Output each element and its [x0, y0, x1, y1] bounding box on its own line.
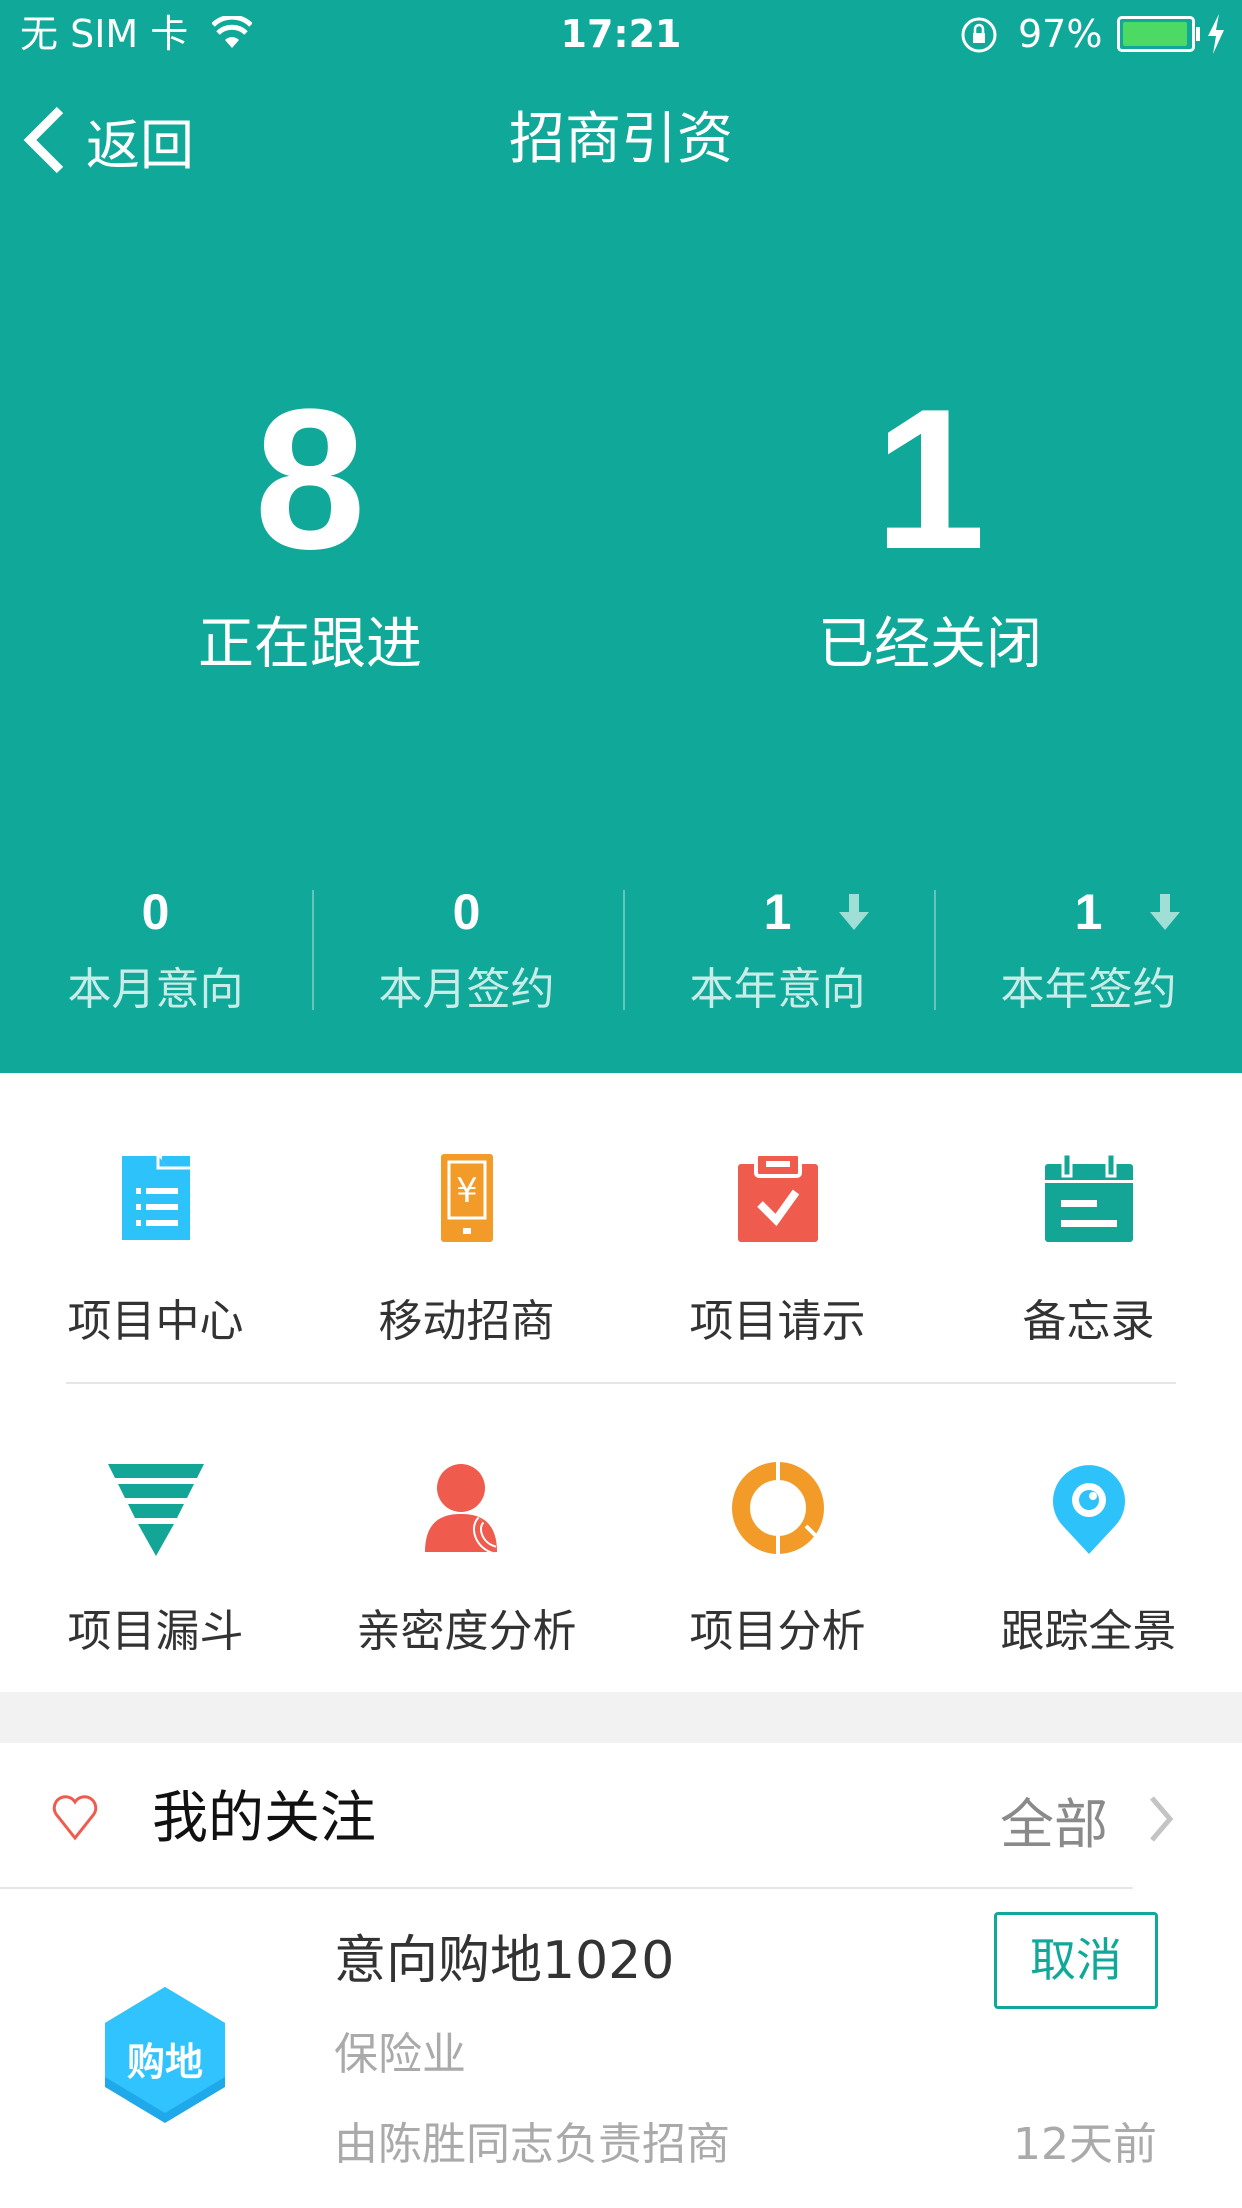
stat-value: 0 [452, 884, 481, 940]
heart-icon [52, 1795, 98, 1841]
stat-label: 本年签约 [1000, 964, 1177, 1015]
menu-intimacy-analysis[interactable]: 亲密度分析 [311, 1460, 622, 1662]
favorites-title: 我的关注 [152, 1786, 376, 1851]
item-title: 意向购地1020 [334, 1931, 675, 1991]
stat-label: 本月签约 [378, 964, 555, 1015]
folder-list-icon [121, 1156, 190, 1240]
donut-chart-icon [731, 1462, 824, 1554]
page-title: 招商引资 [509, 107, 733, 172]
stat-value: 1 [1074, 884, 1103, 940]
item-industry: 保险业 [334, 2029, 466, 2080]
calendar-icon [1044, 1152, 1133, 1242]
item-badge: 购地 [126, 2040, 203, 2084]
menu-label: 移动招商 [378, 1296, 555, 1347]
battery-percent: 97% [1018, 12, 1103, 56]
view-all-button[interactable]: 全部 [1000, 1786, 1176, 1856]
menu-label: 跟踪全景 [1000, 1606, 1177, 1657]
menu-project-request[interactable]: 项目请示 [622, 1150, 933, 1352]
stat-year-signed[interactable]: 1 本年签约 [933, 880, 1242, 1020]
location-eye-icon [1052, 1465, 1125, 1554]
menu-label: 亲密度分析 [356, 1606, 577, 1657]
menu-label: 项目漏斗 [67, 1606, 244, 1657]
clipboard-check-icon [737, 1152, 818, 1242]
menu-memo[interactable]: 备忘录 [933, 1150, 1242, 1352]
rotation-lock-icon [961, 17, 997, 53]
menu-project-center[interactable]: 项目中心 [0, 1150, 311, 1352]
stat-month-intent[interactable]: 0 本月意向 [0, 880, 311, 1020]
battery-icon [1117, 16, 1195, 52]
stat-year-intent[interactable]: 1 本年意向 [622, 880, 933, 1020]
stat-value: 0 [141, 884, 170, 940]
stat-label: 本年意向 [689, 964, 866, 1015]
mobile-yen-icon: ¥ [440, 1154, 493, 1242]
menu-label: 项目分析 [689, 1606, 866, 1657]
item-owner: 由陈胜同志负责招商 [334, 2119, 730, 2170]
menu-tracking-overview[interactable]: 跟踪全景 [933, 1460, 1242, 1662]
favorite-item[interactable]: 购地 意向购地1020 保险业 由陈胜同志负责招商 取消 12天前 [0, 1889, 1242, 2208]
menu-label: 项目请示 [689, 1296, 866, 1347]
contact-phone-icon [424, 1464, 497, 1555]
header-panel: 无 SIM 卡 17:21 97% 返回 招商引资 8 正在跟进 1 已经关闭 … [0, 0, 1242, 1073]
view-all-label: 全部 [1000, 1792, 1108, 1856]
svg-text:¥: ¥ [456, 1171, 478, 1211]
funnel-icon [107, 1464, 204, 1556]
following-count: 8 [254, 368, 366, 591]
item-time: 12天前 [1013, 2119, 1157, 2170]
chevron-right-icon [1150, 1796, 1174, 1842]
menu-mobile-investment[interactable]: ¥ 移动招商 [311, 1150, 622, 1352]
stat-value: 1 [763, 884, 792, 940]
menu-project-analysis[interactable]: 项目分析 [622, 1460, 933, 1662]
closed-count: 1 [874, 368, 986, 591]
menu-label: 项目中心 [67, 1296, 244, 1347]
stat-month-signed[interactable]: 0 本月签约 [311, 880, 622, 1020]
following-label: 正在跟进 [198, 612, 422, 677]
arrow-down-icon [838, 894, 869, 930]
section-gap [0, 1692, 1242, 1743]
arrow-down-icon [1149, 894, 1180, 930]
cancel-follow-button[interactable]: 取消 [994, 1912, 1158, 2009]
charging-icon [1208, 14, 1224, 54]
menu-label: 备忘录 [1022, 1296, 1155, 1347]
menu-project-funnel[interactable]: 项目漏斗 [0, 1460, 311, 1662]
closed-label: 已经关闭 [818, 612, 1042, 677]
stat-label: 本月意向 [67, 964, 244, 1015]
grid-divider [66, 1382, 1176, 1384]
